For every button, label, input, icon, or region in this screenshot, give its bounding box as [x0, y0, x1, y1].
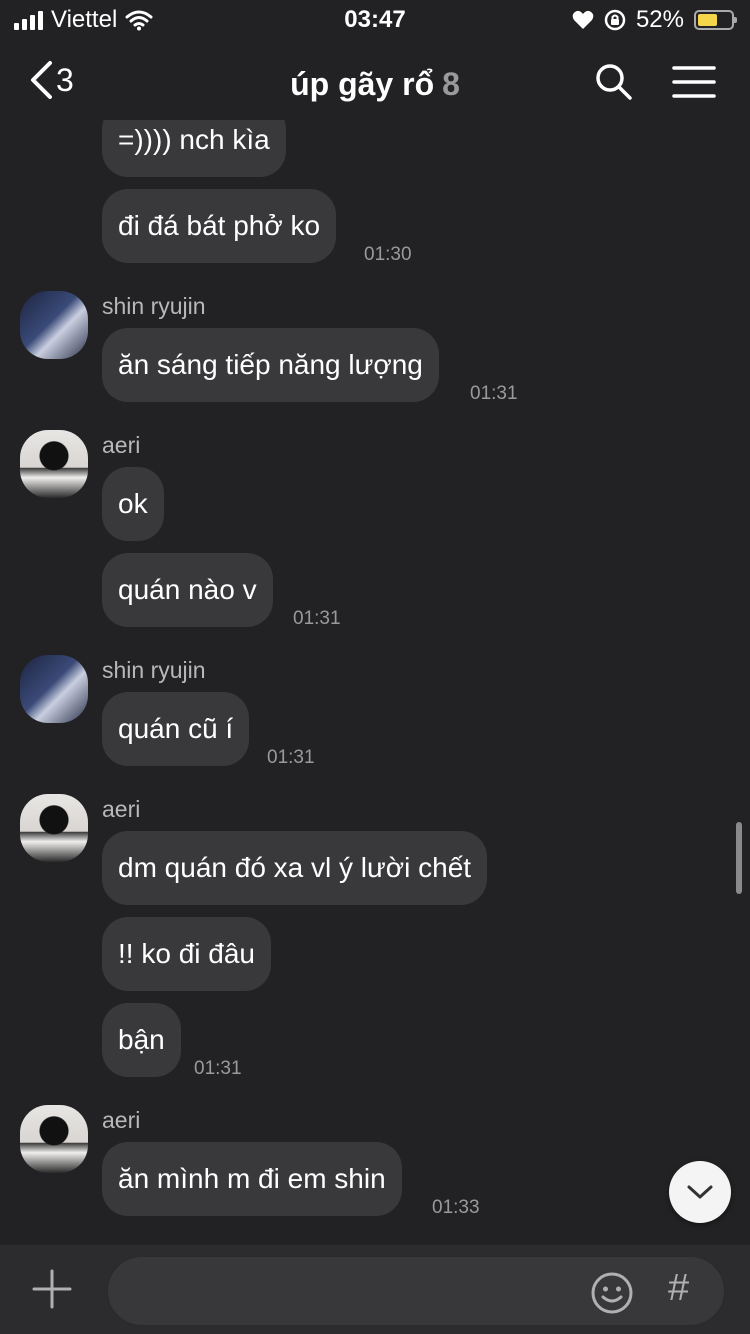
composer-bar: # [0, 1245, 750, 1334]
message-bubble[interactable]: dm quán đó xa vl ý lười chết [102, 831, 488, 905]
message-time: 01:33 [432, 1197, 480, 1218]
message-time: 01:31 [267, 747, 315, 768]
message-input-wrapper: # [106, 1255, 726, 1327]
message-time: 01:31 [194, 1058, 242, 1079]
sender-name: aeri [102, 796, 141, 822]
avatar[interactable] [20, 291, 88, 359]
message-bubble[interactable]: !! ko đi đâu [102, 917, 271, 991]
message-bubble[interactable]: quán nào v [102, 553, 273, 627]
message-bubble[interactable]: quán cũ í [102, 692, 250, 766]
message-bubble[interactable]: đi đá bát phở ko [102, 189, 337, 263]
message-bubble[interactable]: =)))) nch kìa [102, 120, 286, 177]
menu-icon[interactable] [672, 62, 716, 102]
avatar[interactable] [20, 430, 88, 498]
plus-icon[interactable] [32, 1269, 72, 1309]
member-count: 8 [442, 66, 460, 102]
message-time: 01:31 [470, 383, 518, 404]
chat-title[interactable]: úp gãy rổ 8 [0, 66, 750, 103]
message-bubble[interactable]: ăn sáng tiếp năng lượng [102, 328, 439, 402]
chevron-down-icon [687, 1185, 713, 1199]
chat-header: 3 úp gãy rổ 8 [0, 50, 750, 120]
avatar[interactable] [20, 1105, 88, 1173]
chat-name: úp gãy rổ [290, 66, 435, 102]
message-bubble[interactable]: ok [102, 467, 164, 541]
sender-name: aeri [102, 432, 141, 458]
sender-name: shin ryujin [102, 657, 206, 683]
avatar[interactable] [20, 794, 88, 862]
emoji-icon[interactable] [590, 1271, 634, 1315]
rotation-lock-icon [604, 9, 626, 31]
status-right: 52% [572, 6, 737, 34]
message-bubble[interactable]: bận [102, 1003, 181, 1077]
heart-icon [572, 10, 594, 29]
message-bubble[interactable]: ăn mình m đi em shin [102, 1142, 402, 1216]
hashtag-button[interactable]: # [668, 1267, 689, 1310]
battery-icon [694, 10, 737, 30]
sender-name: shin ryujin [102, 293, 206, 319]
message-list[interactable]: =)))) nch kìa đi đá bát phở ko 01:30 shi… [0, 120, 750, 1245]
sender-name: aeri [102, 1107, 141, 1133]
battery-percent: 52% [635, 6, 684, 33]
message-time: 01:31 [293, 608, 341, 629]
scroll-to-bottom-button[interactable] [669, 1161, 731, 1223]
message-time: 01:30 [364, 244, 412, 265]
status-bar: Viettel 03:47 52% [0, 0, 750, 40]
search-icon[interactable] [594, 62, 634, 102]
avatar[interactable] [20, 655, 88, 723]
message-input[interactable] [132, 1257, 586, 1327]
scrollbar[interactable] [736, 822, 742, 894]
